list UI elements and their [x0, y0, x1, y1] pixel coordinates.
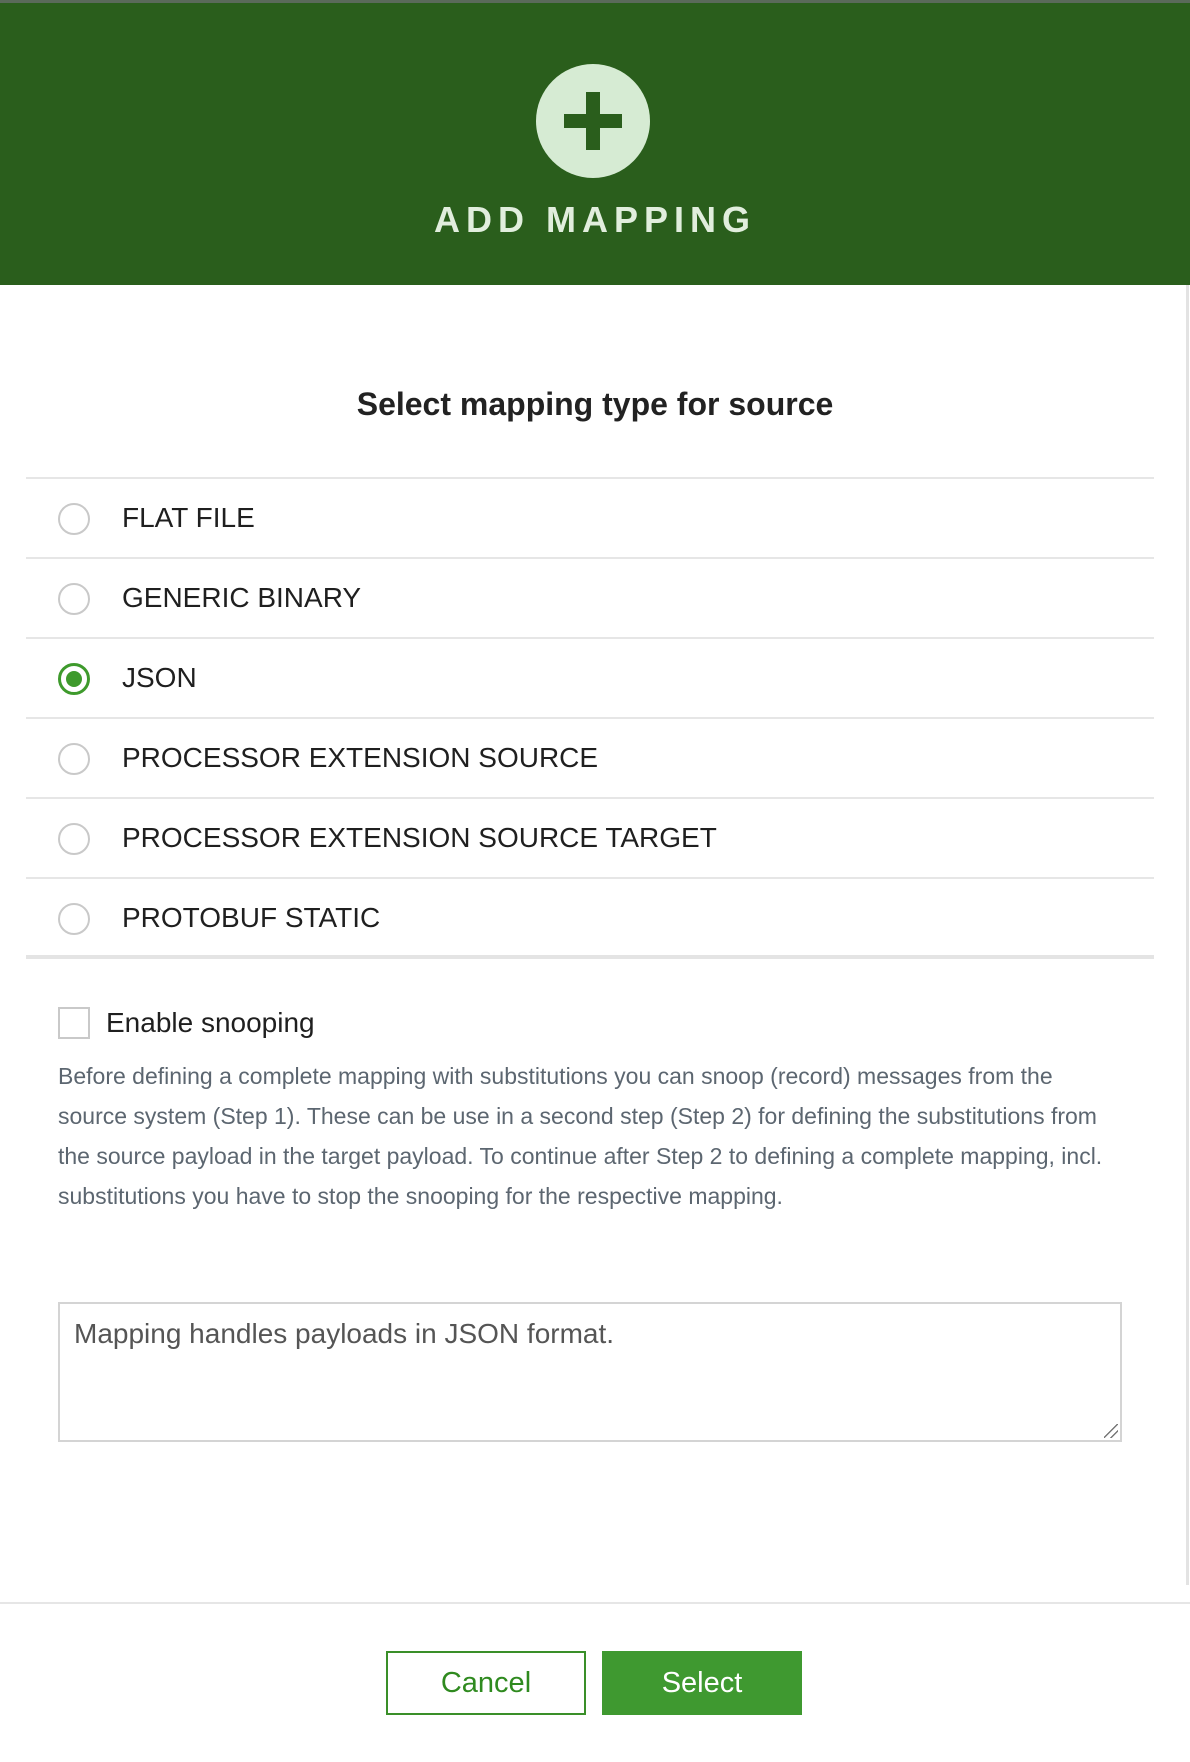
enable-snooping-label[interactable]: Enable snooping — [106, 1007, 315, 1039]
option-label: GENERIC BINARY — [122, 582, 362, 613]
option-label: FLAT FILE — [122, 502, 255, 533]
dialog-header: ADD MAPPING — [0, 3, 1190, 285]
select-button[interactable]: Select — [602, 1651, 802, 1715]
resize-handle-icon[interactable] — [1104, 1424, 1118, 1438]
dialog-title: ADD MAPPING — [433, 199, 756, 240]
enable-snooping-checkbox[interactable] — [58, 1007, 90, 1039]
radio-button-selected[interactable] — [58, 663, 90, 695]
footer-divider — [0, 1602, 1190, 1604]
cancel-button[interactable]: Cancel — [386, 1651, 586, 1715]
radio-button[interactable] — [58, 743, 90, 775]
radio-button[interactable] — [58, 903, 90, 935]
option-processor-extension-source-target[interactable]: PROCESSOR EXTENSION SOURCE TARGET — [26, 799, 1154, 879]
option-generic-binary[interactable]: GENERIC BINARY — [26, 559, 1154, 639]
plus-icon — [536, 64, 650, 178]
radio-button[interactable] — [58, 583, 90, 615]
radio-button[interactable] — [58, 823, 90, 855]
option-flat-file[interactable]: FLAT FILE — [26, 479, 1154, 559]
mapping-description-field[interactable]: Mapping handles payloads in JSON format. — [58, 1302, 1122, 1442]
option-label: PROCESSOR EXTENSION SOURCE — [122, 742, 599, 773]
option-label: PROTOBUF STATIC — [122, 902, 381, 933]
option-protobuf-static[interactable]: PROTOBUF STATIC — [26, 879, 1154, 959]
radio-button[interactable] — [58, 503, 90, 535]
option-processor-extension-source[interactable]: PROCESSOR EXTENSION SOURCE — [26, 719, 1154, 799]
mapping-type-list: FLAT FILE GENERIC BINARY JSON PROCESSOR … — [26, 477, 1154, 959]
scrollbar-track[interactable] — [1186, 285, 1189, 1585]
option-label: PROCESSOR EXTENSION SOURCE TARGET — [122, 822, 717, 853]
option-label: JSON — [122, 662, 197, 693]
section-title: Select mapping type for source — [356, 386, 834, 422]
option-json[interactable]: JSON — [26, 639, 1154, 719]
snooping-help-text: Before defining a complete mapping with … — [58, 1063, 1103, 1209]
